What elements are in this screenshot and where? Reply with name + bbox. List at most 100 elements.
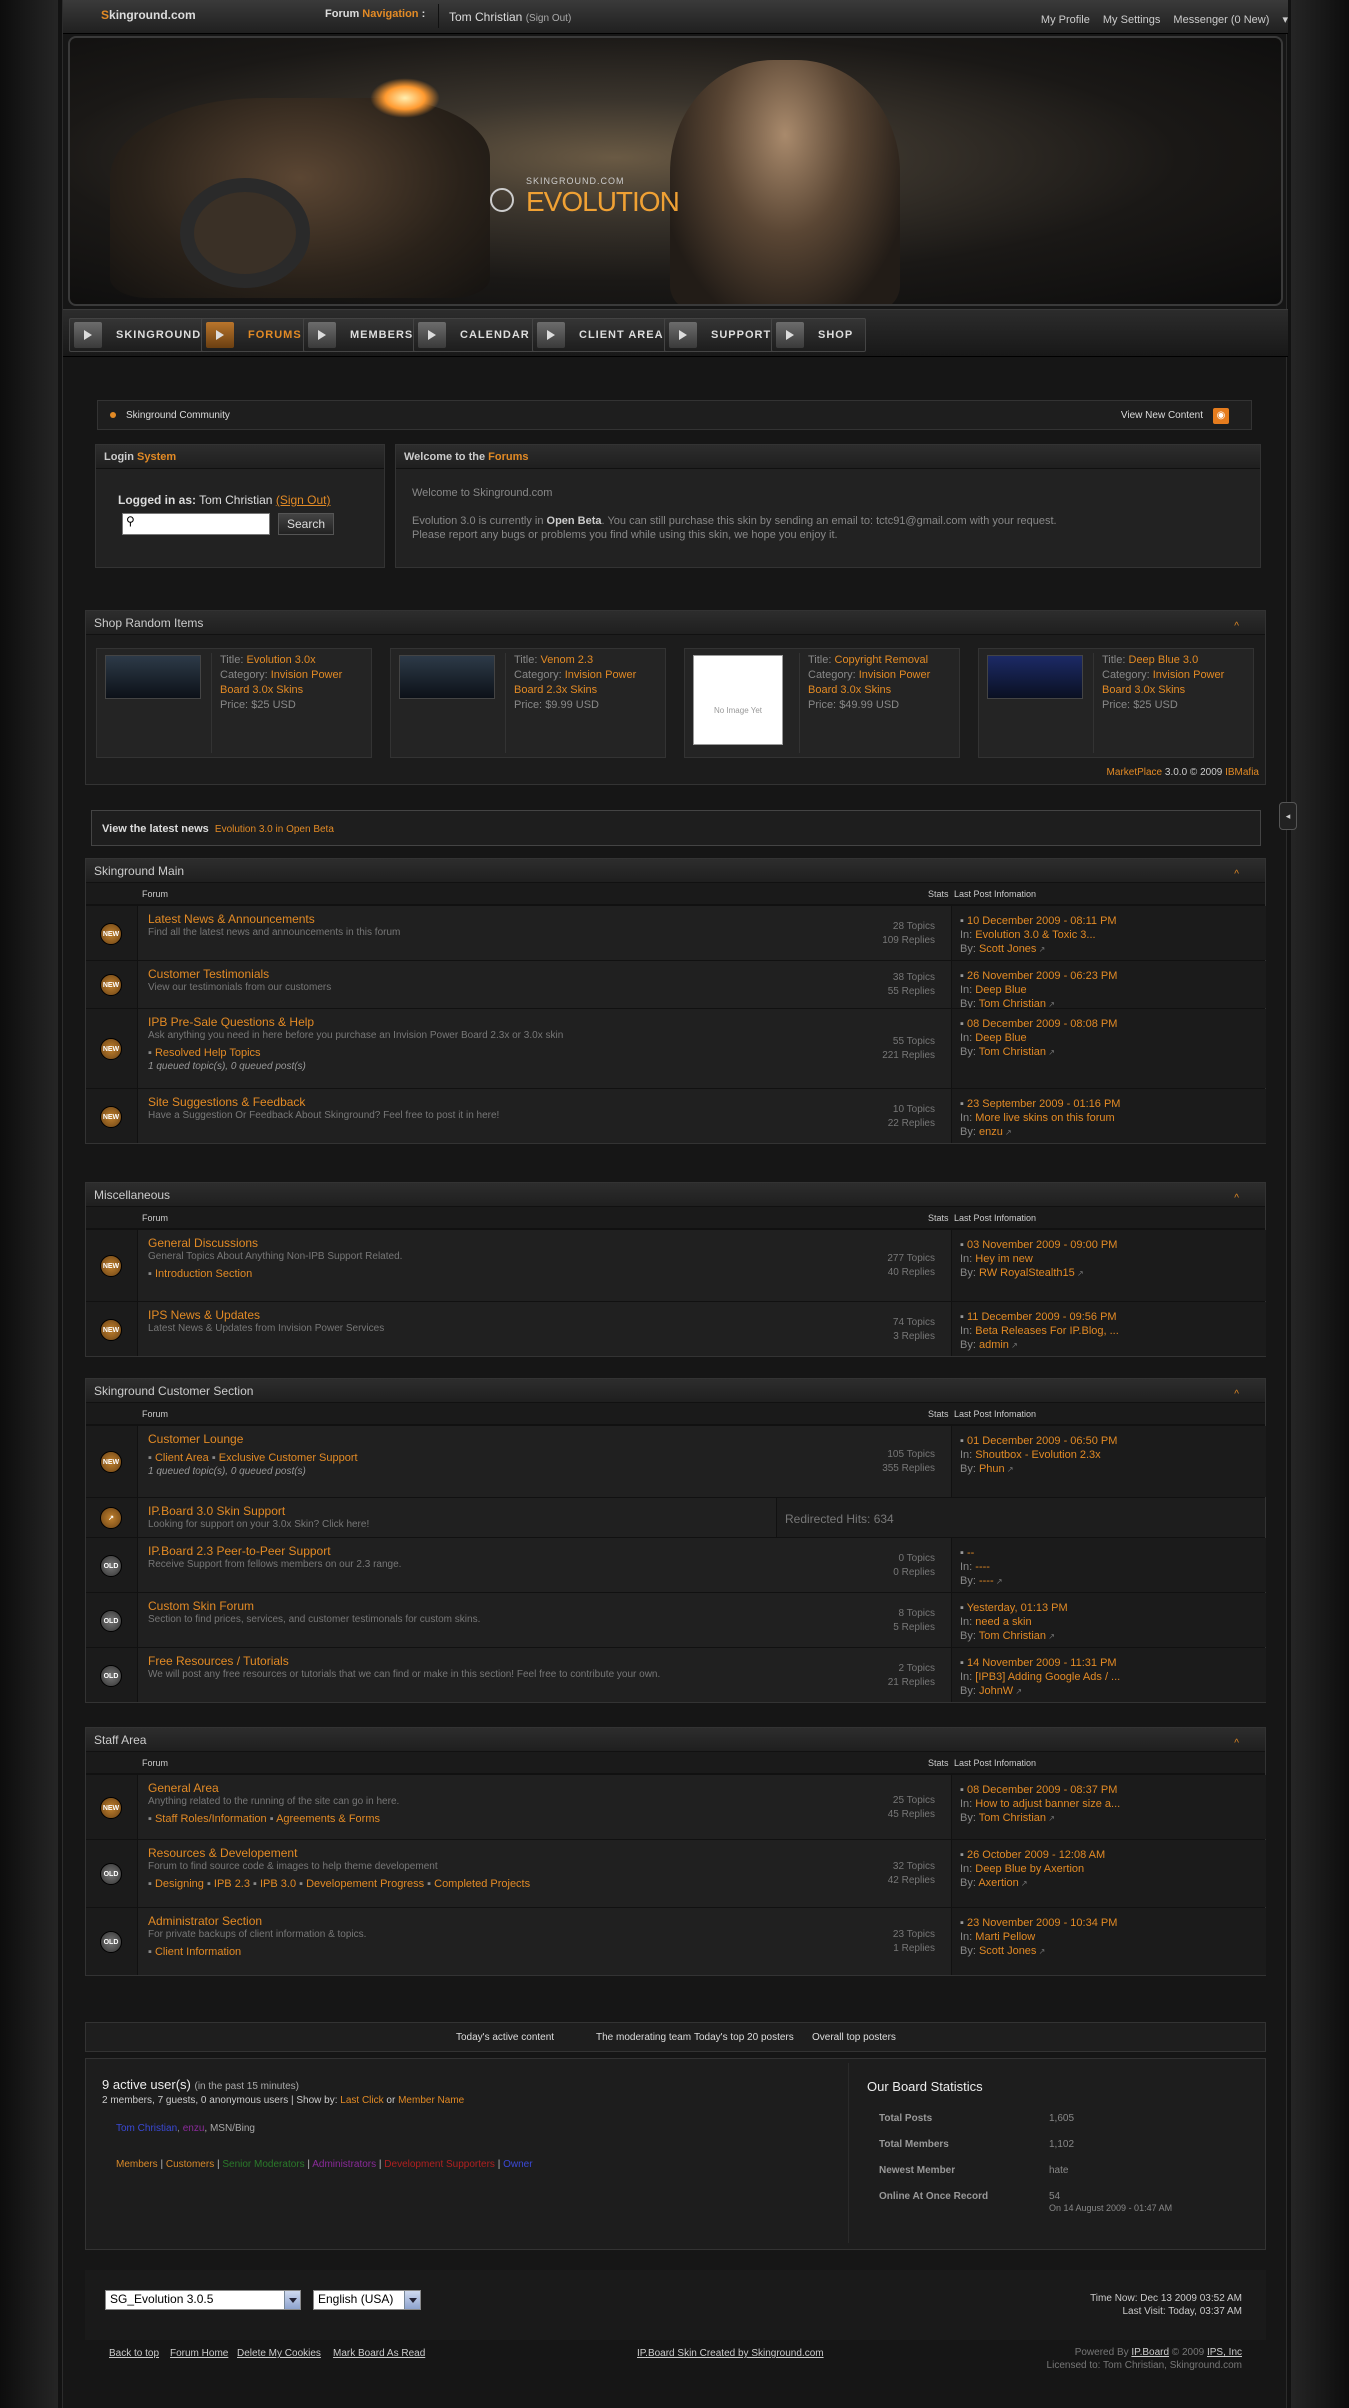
shop-item-title[interactable]: Copyright Removal xyxy=(835,654,929,666)
search-button[interactable]: Search xyxy=(278,513,334,535)
subforum-link[interactable]: IPB 3.0 xyxy=(260,1878,296,1890)
subforum-link[interactable]: Designing xyxy=(155,1878,204,1890)
active-user-name[interactable]: , MSN/Bing xyxy=(204,2123,255,2134)
sort-member-name-link[interactable]: Member Name xyxy=(398,2095,464,2106)
last-post-author-link[interactable]: Scott Jones xyxy=(979,943,1036,955)
view-last-post-icon[interactable]: ↗ xyxy=(1019,1879,1028,1888)
shop-item-title[interactable]: Venom 2.3 xyxy=(541,654,594,666)
last-post-date[interactable]: 23 September 2009 - 01:16 PM xyxy=(967,1098,1120,1110)
last-post-author-link[interactable]: enzu xyxy=(979,1126,1003,1138)
view-last-post-icon[interactable]: ↗ xyxy=(1013,1687,1022,1696)
nav-tab-forums[interactable]: FORUMS xyxy=(201,318,315,352)
marketplace-link[interactable]: MarketPlace xyxy=(1107,767,1163,778)
last-post-date[interactable]: Yesterday, 01:13 PM xyxy=(967,1602,1068,1614)
forum-title-link[interactable]: IPS News & Updates xyxy=(148,1308,848,1322)
last-post-date[interactable]: 26 November 2009 - 06:23 PM xyxy=(967,970,1117,982)
last-post-topic-link[interactable]: Shoutbox - Evolution 2.3x xyxy=(975,1449,1100,1461)
last-post-topic-link[interactable]: need a skin xyxy=(975,1616,1031,1628)
subforum-link[interactable]: Exclusive Customer Support xyxy=(219,1452,358,1464)
forum-home-link[interactable]: Forum Home xyxy=(170,2348,228,2359)
shop-item-thumbnail[interactable] xyxy=(987,655,1083,699)
last-post-author-link[interactable]: Axertion xyxy=(978,1877,1018,1889)
delete-cookies-link[interactable]: Delete My Cookies xyxy=(237,2348,321,2359)
overall-top-posters-link[interactable]: Overall top posters xyxy=(812,2032,896,2043)
ipboard-link[interactable]: IP.Board xyxy=(1131,2347,1169,2358)
view-last-post-icon[interactable]: ↗ xyxy=(994,1577,1003,1586)
nav-tab-calendar[interactable]: CALENDAR xyxy=(413,318,543,352)
last-post-topic-link[interactable]: More live skins on this forum xyxy=(975,1112,1114,1124)
forum-title-link[interactable]: Custom Skin Forum xyxy=(148,1599,848,1613)
ips-link[interactable]: IPS, Inc xyxy=(1207,2347,1242,2358)
last-post-topic-link[interactable]: Deep Blue by Axertion xyxy=(975,1863,1084,1875)
no-new-posts-icon[interactable]: OLD xyxy=(100,1555,122,1577)
last-post-author-link[interactable]: Phun xyxy=(979,1463,1005,1475)
last-post-date[interactable]: 03 November 2009 - 09:00 PM xyxy=(967,1239,1117,1251)
last-post-date[interactable]: 14 November 2009 - 11:31 PM xyxy=(967,1657,1117,1669)
last-post-author-link[interactable]: RW RoyalStealth15 xyxy=(979,1267,1075,1279)
subforum-link[interactable]: IPB 2.3 xyxy=(214,1878,250,1890)
view-last-post-icon[interactable]: ↗ xyxy=(1036,945,1046,954)
forum-title-link[interactable]: Resources & Developement xyxy=(148,1846,848,1860)
shop-item-thumbnail[interactable] xyxy=(105,655,201,699)
breadcrumb-community-link[interactable]: Skinground Community xyxy=(126,410,230,421)
last-post-author-link[interactable]: Tom Christian xyxy=(979,1812,1046,1824)
redirect-icon[interactable]: ↗ xyxy=(100,1507,122,1529)
last-post-date[interactable]: 23 November 2009 - 10:34 PM xyxy=(967,1917,1117,1929)
no-new-posts-icon[interactable]: OLD xyxy=(100,1665,122,1687)
category-title[interactable]: Staff Area xyxy=(94,1733,146,1747)
subforum-link[interactable]: Agreements & Forms xyxy=(276,1813,380,1825)
last-post-topic-link[interactable]: Hey im new xyxy=(975,1253,1032,1265)
login-sign-out-link[interactable]: (Sign Out) xyxy=(276,493,331,507)
last-post-author-link[interactable]: JohnW xyxy=(979,1685,1013,1697)
subforum-link[interactable]: Staff Roles/Information xyxy=(155,1813,267,1825)
last-post-author-link[interactable]: Tom Christian xyxy=(979,1630,1046,1642)
category-title[interactable]: Skinground Main xyxy=(94,864,184,878)
last-post-author-link[interactable]: admin xyxy=(979,1339,1009,1351)
mark-board-read-link[interactable]: Mark Board As Read xyxy=(333,2348,425,2359)
shop-item[interactable]: Title: Deep Blue 3.0 Category: Invision P… xyxy=(978,648,1254,758)
subforum-link[interactable]: Developement Progress xyxy=(306,1878,424,1890)
view-last-post-icon[interactable]: ↗ xyxy=(1005,1465,1014,1474)
new-posts-icon[interactable]: NEW xyxy=(100,923,122,945)
shop-item[interactable]: Title: Evolution 3.0x Category: Invision … xyxy=(96,648,372,758)
shop-item[interactable]: No Image Yet Title: Copyright Removal Cat… xyxy=(684,648,960,758)
skin-selector[interactable]: SG_Evolution 3.0.5 xyxy=(105,2290,301,2310)
forum-title-link[interactable]: General Discussions xyxy=(148,1236,848,1250)
nav-tab-support[interactable]: SUPPORT xyxy=(664,318,785,352)
new-posts-icon[interactable]: NEW xyxy=(100,1797,122,1819)
collapse-icon[interactable]: ^ xyxy=(1234,615,1239,639)
new-posts-icon[interactable]: NEW xyxy=(100,1255,122,1277)
view-last-post-icon[interactable]: ↗ xyxy=(1075,1269,1084,1278)
language-selector[interactable]: English (USA) xyxy=(313,2290,421,2310)
shop-item-title[interactable]: Deep Blue 3.0 xyxy=(1129,654,1199,666)
forum-title-link[interactable]: Administrator Section xyxy=(148,1914,848,1928)
chevron-down-icon[interactable]: ▾ xyxy=(1282,14,1288,26)
subforum-link[interactable]: Resolved Help Topics xyxy=(155,1047,261,1059)
top-20-posters-link[interactable]: Today's top 20 posters xyxy=(694,2032,794,2043)
active-user-name[interactable]: Tom Christian xyxy=(116,2123,177,2134)
nav-tab-shop[interactable]: SHOP xyxy=(771,318,867,352)
subforum-link[interactable]: Completed Projects xyxy=(434,1878,530,1890)
forum-title-link[interactable]: IP.Board 2.3 Peer-to-Peer Support xyxy=(148,1544,848,1558)
new-posts-icon[interactable]: NEW xyxy=(100,1319,122,1341)
new-posts-icon[interactable]: NEW xyxy=(100,1451,122,1473)
last-post-author-link[interactable]: ---- xyxy=(979,1575,994,1587)
view-last-post-icon[interactable]: ↗ xyxy=(1046,1814,1055,1823)
new-posts-icon[interactable]: NEW xyxy=(100,974,122,996)
view-last-post-icon[interactable]: ↗ xyxy=(1046,1048,1055,1057)
shop-item-title[interactable]: Evolution 3.0x xyxy=(247,654,316,666)
new-posts-icon[interactable]: NEW xyxy=(100,1038,122,1060)
forum-title-link[interactable]: Latest News & Announcements xyxy=(148,912,848,926)
newest-member-link[interactable]: hate xyxy=(1049,2165,1068,2176)
my-profile-link[interactable]: My Profile xyxy=(1041,14,1090,26)
forum-title-link[interactable]: General Area xyxy=(148,1781,848,1795)
last-post-author-link[interactable]: Scott Jones xyxy=(979,1945,1036,1957)
shop-item-thumbnail[interactable] xyxy=(399,655,495,699)
no-image-placeholder[interactable]: No Image Yet xyxy=(693,655,783,745)
nav-tab-client-area[interactable]: CLIENT AREA xyxy=(532,318,677,352)
forum-navigation-menu[interactable]: Forum Navigation : xyxy=(325,8,425,20)
last-post-date[interactable]: 08 December 2009 - 08:37 PM xyxy=(967,1784,1117,1796)
back-to-top-link[interactable]: Back to top xyxy=(109,2348,159,2359)
last-post-topic-link[interactable]: Marti Pellow xyxy=(975,1931,1035,1943)
new-posts-icon[interactable]: NEW xyxy=(100,1106,122,1128)
